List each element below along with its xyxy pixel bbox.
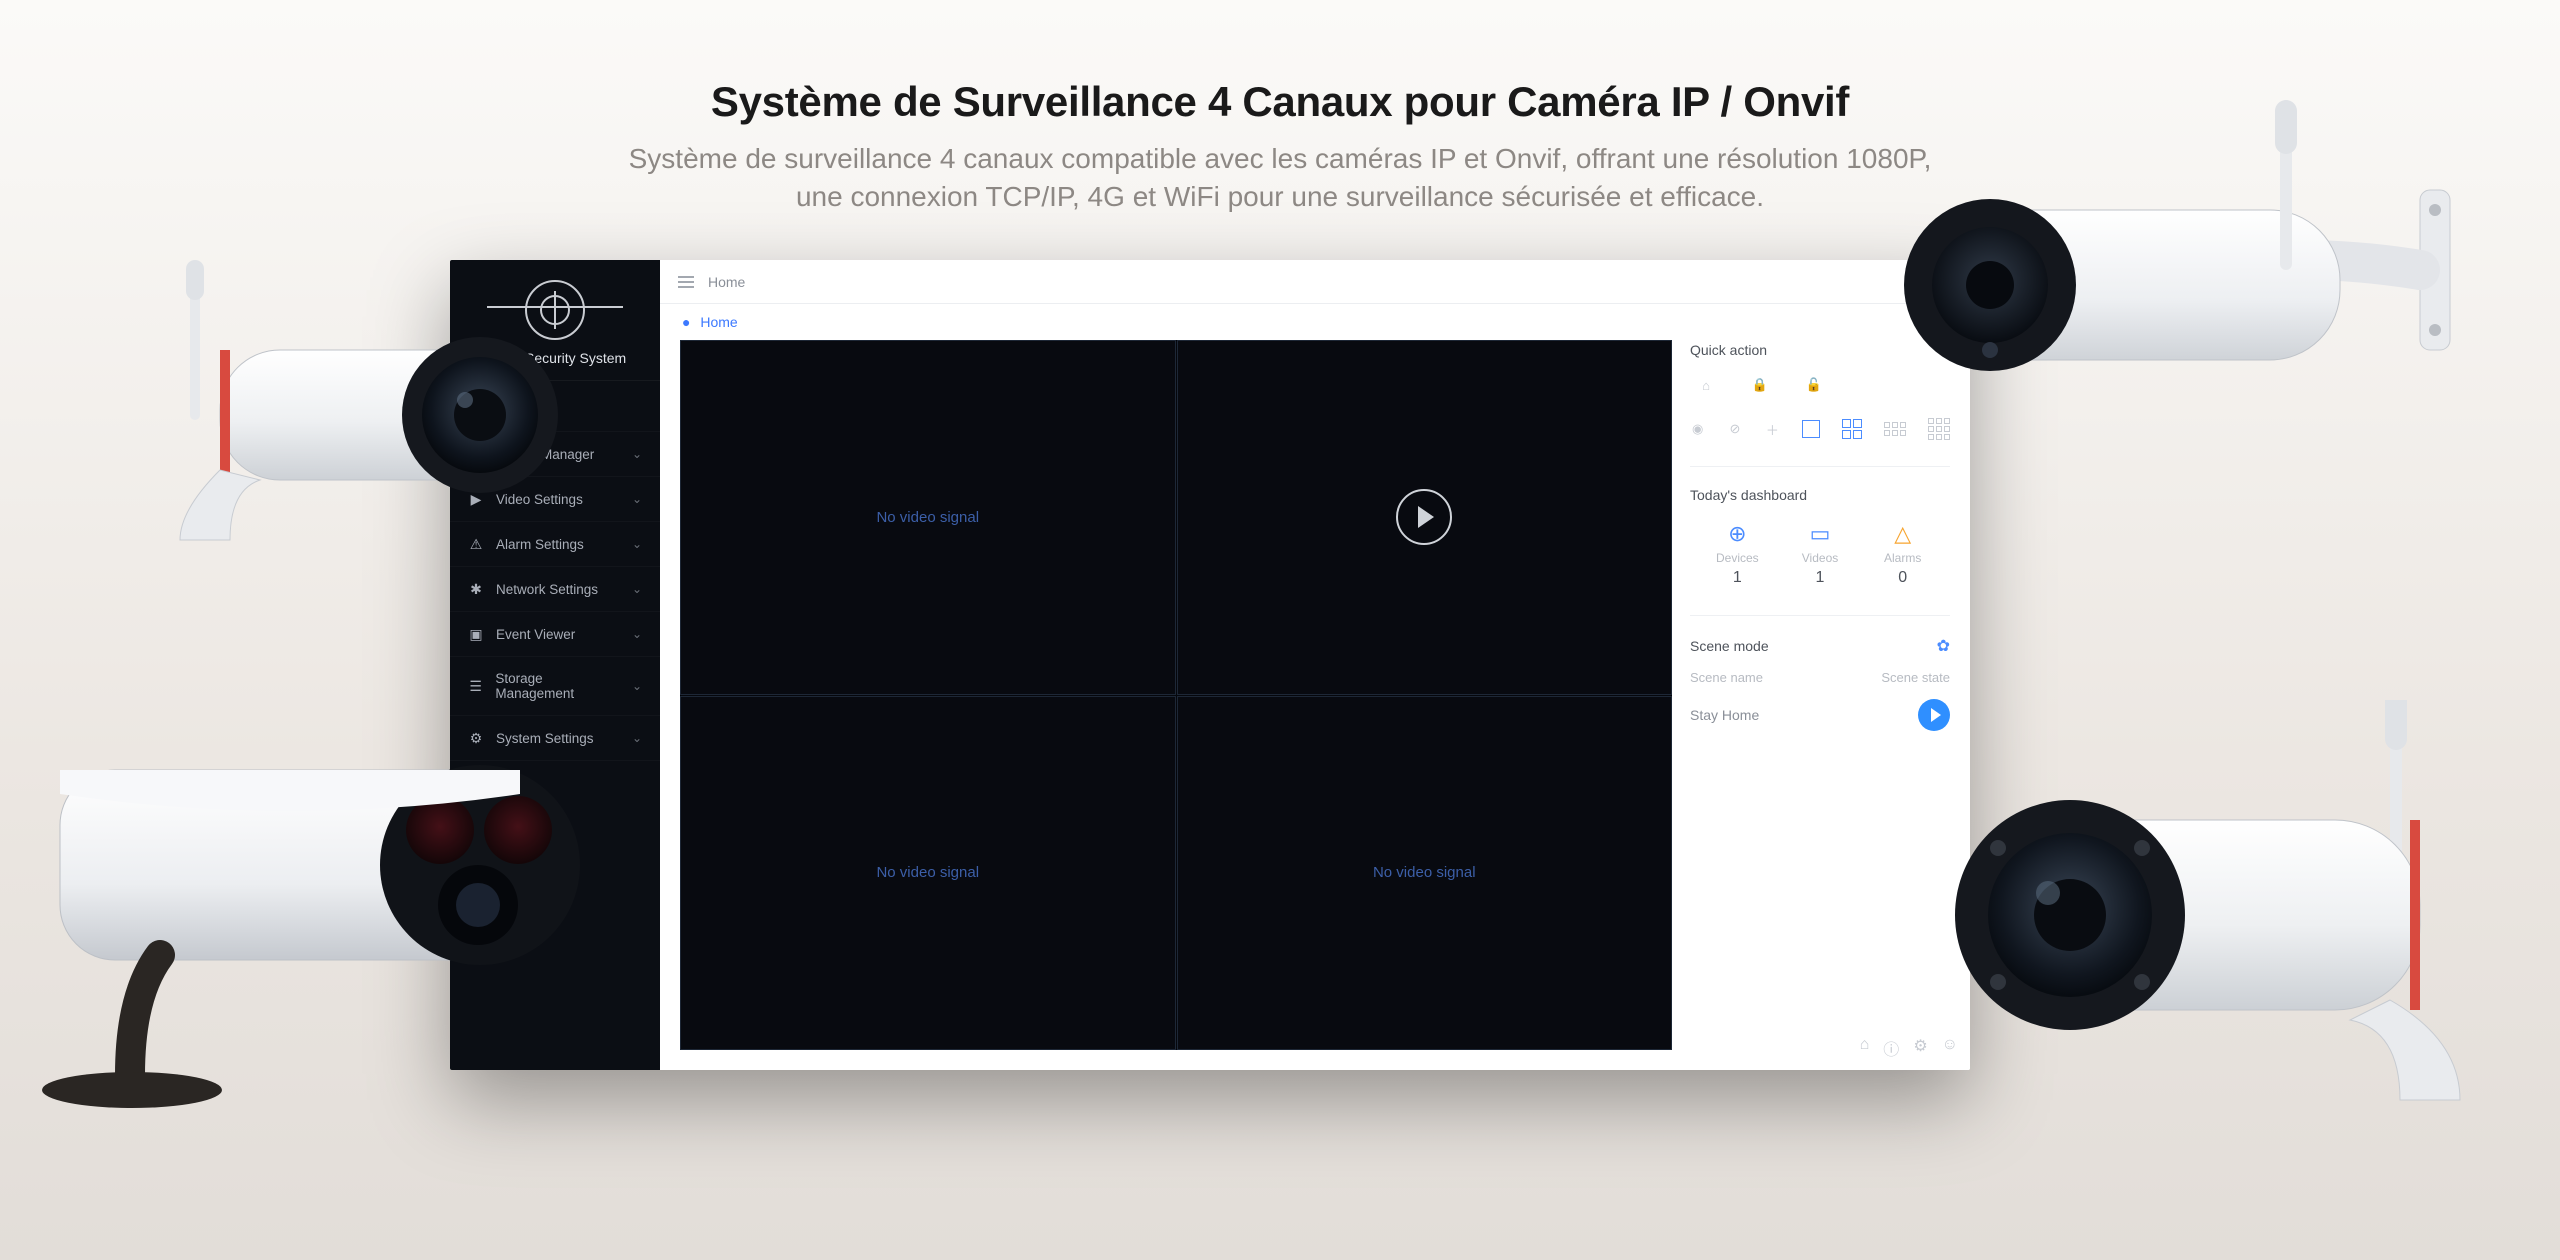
video-cell-3[interactable]: No video signal bbox=[680, 696, 1176, 1051]
video-cell-1[interactable]: No video signal bbox=[680, 340, 1176, 695]
dashboard-label: Videos bbox=[1779, 551, 1862, 565]
app-window: Smart Security System ⌂ Home ▤ Device Ma… bbox=[450, 260, 1970, 1070]
sidebar-item-event-viewer[interactable]: ▣ Event Viewer ⌄ bbox=[450, 612, 660, 657]
dashboard-title: Today's dashboard bbox=[1690, 487, 1950, 503]
qa-add-icon[interactable]: ＋ bbox=[1765, 414, 1780, 444]
scene-name: Stay Home bbox=[1690, 707, 1759, 723]
dashboard-label: Devices bbox=[1696, 551, 1779, 565]
qa-record-icon[interactable]: ◉ bbox=[1690, 414, 1705, 444]
scene-col-state: Scene state bbox=[1881, 670, 1950, 685]
network-icon: ✱ bbox=[468, 581, 484, 597]
qa-lock-icon[interactable]: 🔒 bbox=[1744, 370, 1776, 400]
page-subtitle-line2: une connexion TCP/IP, 4G et WiFi pour un… bbox=[796, 181, 1764, 212]
dashboard-card: Today's dashboard ⊕ Devices 1 ▭ Videos 1 bbox=[1690, 487, 1950, 593]
devices-icon: ⊕ bbox=[1696, 521, 1779, 547]
topbar: Home ⤢ bbox=[660, 260, 1970, 304]
video-grid: No video signal No video signal No video… bbox=[680, 340, 1672, 1050]
camera-illustration-bottom-left bbox=[40, 690, 580, 1110]
breadcrumb: ● Home bbox=[660, 304, 1970, 340]
play-icon[interactable] bbox=[1396, 489, 1452, 545]
dashboard-value: 1 bbox=[1779, 569, 1862, 587]
chevron-down-icon: ⌄ bbox=[632, 537, 642, 551]
gear-icon[interactable]: ✿ bbox=[1937, 636, 1950, 656]
dashboard-row: ⊕ Devices 1 ▭ Videos 1 △ Alarms 0 bbox=[1690, 515, 1950, 593]
no-signal-label: No video signal bbox=[876, 864, 979, 881]
no-signal-label: No video signal bbox=[876, 509, 979, 526]
scene-columns: Scene name Scene state bbox=[1690, 670, 1950, 685]
dashboard-alarms: △ Alarms 0 bbox=[1861, 521, 1944, 587]
breadcrumb-dot-icon: ● bbox=[682, 314, 690, 330]
no-signal-label: No video signal bbox=[1373, 864, 1476, 881]
dashboard-devices: ⊕ Devices 1 bbox=[1696, 521, 1779, 587]
camera-illustration-top-right bbox=[1880, 100, 2500, 460]
layout-4-icon[interactable] bbox=[1842, 414, 1862, 444]
chevron-down-icon: ⌄ bbox=[632, 627, 642, 641]
main: Home ⤢ ● Home No video signal No video s… bbox=[660, 260, 1970, 1070]
divider bbox=[1690, 615, 1950, 616]
video-cell-4[interactable]: No video signal bbox=[1177, 696, 1673, 1051]
chevron-down-icon: ⌄ bbox=[632, 582, 642, 596]
qa-stop-icon[interactable]: ⊘ bbox=[1727, 414, 1742, 444]
dashboard-videos: ▭ Videos 1 bbox=[1779, 521, 1862, 587]
video-cell-2[interactable] bbox=[1177, 340, 1673, 695]
qa-unlock-icon[interactable]: 🔓 bbox=[1798, 370, 1830, 400]
breadcrumb-home[interactable]: Home bbox=[700, 314, 737, 330]
topbar-crumb: Home bbox=[708, 274, 745, 290]
event-icon: ▣ bbox=[468, 626, 484, 642]
sidebar-item-network-settings[interactable]: ✱ Network Settings ⌄ bbox=[450, 567, 660, 612]
chevron-down-icon: ⌄ bbox=[632, 679, 642, 693]
divider bbox=[1690, 466, 1950, 467]
tray-disk-icon[interactable]: ⌂ bbox=[1860, 1036, 1870, 1060]
page-subtitle-line1: Système de surveillance 4 canaux compati… bbox=[629, 143, 1932, 174]
qa-home-icon[interactable]: ⌂ bbox=[1690, 370, 1722, 400]
camera-illustration-bottom-right bbox=[1870, 700, 2490, 1120]
sidebar-item-label: Network Settings bbox=[496, 582, 598, 597]
hamburger-icon[interactable] bbox=[678, 276, 694, 288]
chevron-down-icon: ⌄ bbox=[632, 492, 642, 506]
dashboard-value: 0 bbox=[1861, 569, 1944, 587]
camera-illustration-top-left bbox=[160, 260, 580, 560]
videos-icon: ▭ bbox=[1779, 521, 1862, 547]
scene-col-name: Scene name bbox=[1690, 670, 1763, 685]
chevron-down-icon: ⌄ bbox=[632, 447, 642, 461]
dashboard-label: Alarms bbox=[1861, 551, 1944, 565]
dashboard-value: 1 bbox=[1696, 569, 1779, 587]
alarms-icon: △ bbox=[1861, 521, 1944, 547]
chevron-down-icon: ⌄ bbox=[632, 731, 642, 745]
scene-title: Scene mode bbox=[1690, 638, 1769, 654]
content: No video signal No video signal No video… bbox=[660, 340, 1970, 1070]
layout-1-icon[interactable] bbox=[1802, 414, 1820, 444]
scene-header: Scene mode ✿ bbox=[1690, 636, 1950, 656]
sidebar-item-label: Event Viewer bbox=[496, 627, 575, 642]
